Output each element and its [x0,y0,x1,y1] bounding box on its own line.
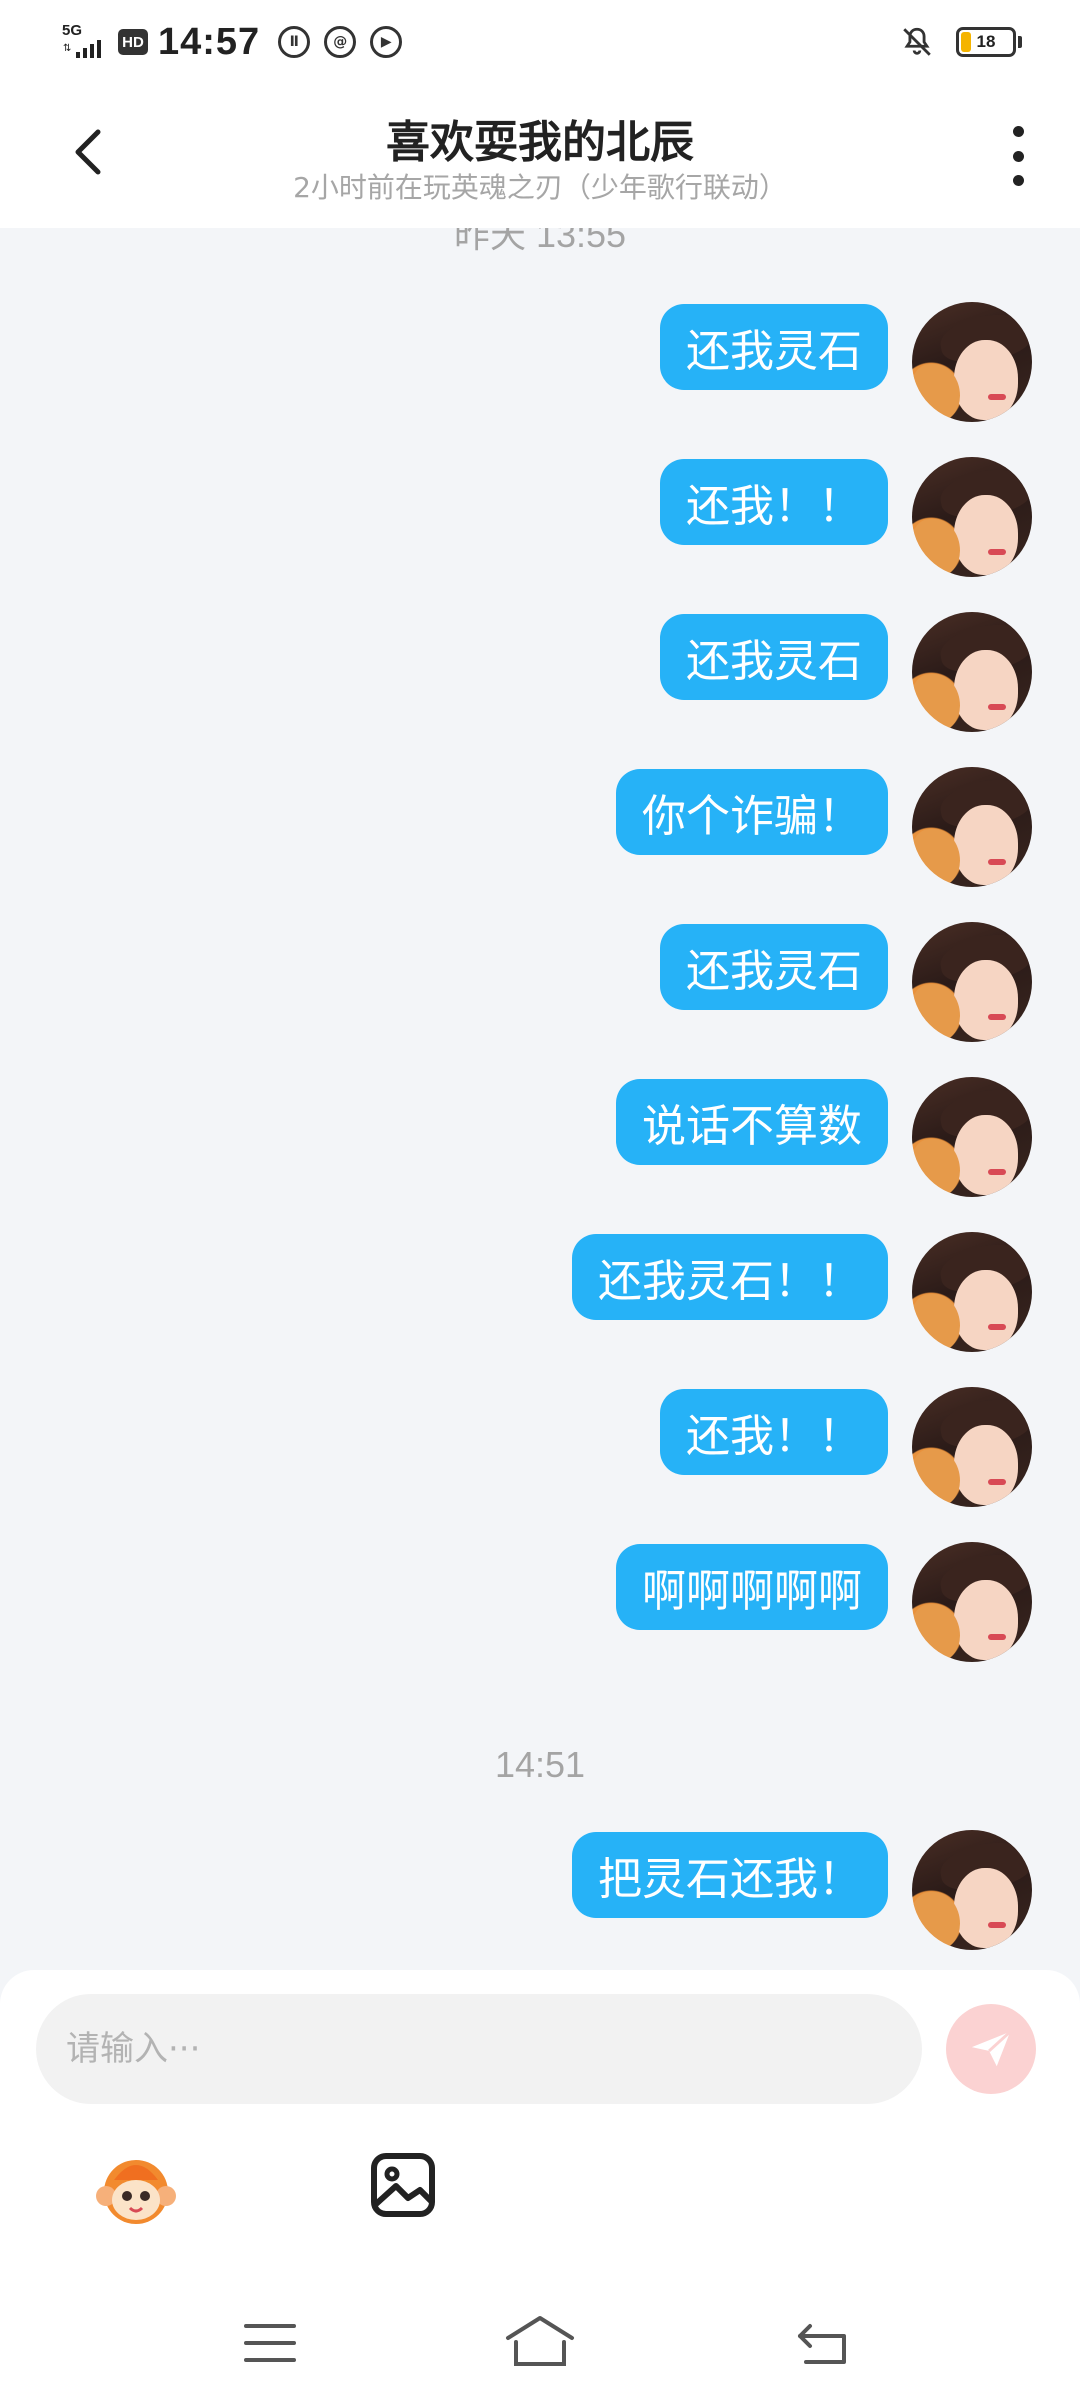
data-arrows-icon: ⇅ [63,43,72,54]
contact-name: 喜欢耍我的北辰 [386,117,694,168]
status-bar: 5G ⇅ HD 14:57 Ⅱ @ ▶ 18 [0,0,1080,84]
back-icon[interactable] [792,2318,852,2368]
menu-icon[interactable] [242,2320,298,2366]
message-row: 你个诈骗！ [0,767,1080,889]
message-row: 还我灵石 [0,302,1080,424]
timestamp: 昨天 13:55 [453,228,627,255]
battery-percent: 18 [976,32,996,51]
message-row: 还我灵石 [0,612,1080,734]
status-left: 5G ⇅ HD 14:57 Ⅱ @ ▶ [62,18,416,66]
message-bubble[interactable]: 把灵石还我！ [572,1832,888,1918]
network-type: 5G [62,22,83,39]
avatar[interactable] [912,767,1032,887]
message-list[interactable]: 昨天 13:55 还我灵石 还我！！ 还我灵石 你个诈骗！ 还我灵石 说话不算数… [0,228,1080,1970]
signal-indicator: 5G ⇅ [62,22,110,62]
send-icon [971,2030,1012,2067]
message-row: 还我！！ [0,1387,1080,1509]
message-bubble[interactable]: 还我灵石！！ [572,1234,888,1320]
hd-badge: HD [118,29,148,55]
system-nav-bar [0,2290,1080,2408]
search-notification-icon: @ [324,26,357,58]
sticker-icon[interactable] [90,2142,182,2232]
status-right: 18 [900,22,1022,62]
message-bubble[interactable]: 啊啊啊啊啊 [616,1544,888,1630]
message-bubble[interactable]: 还我！！ [660,1389,888,1475]
message-row: 还我！！ [0,457,1080,579]
avatar[interactable] [912,612,1032,732]
message-row: 说话不算数 [0,1077,1080,1199]
message-bubble[interactable]: 还我灵石 [660,614,888,700]
message-bubble[interactable]: 还我灵石 [660,304,888,390]
home-icon[interactable] [502,2312,578,2372]
status-time: 14:57 [158,20,261,63]
message-row: 啊啊啊啊啊 [0,1542,1080,1664]
message-row: 还我灵石！！ [0,1232,1080,1354]
avatar[interactable] [912,922,1032,1042]
avatar[interactable] [912,1077,1032,1197]
more-options-icon[interactable] [998,126,1038,186]
message-row: 把灵石还我！ [0,1830,1080,1952]
battery-tip [1018,36,1022,48]
avatar[interactable] [912,1830,1032,1950]
message-bubble[interactable]: 还我灵石 [660,924,888,1010]
battery-icon: 18 [956,27,1016,57]
message-bubble[interactable]: 你个诈骗！ [616,769,888,855]
app-notification-icon: Ⅱ [278,26,311,58]
avatar[interactable] [912,457,1032,577]
avatar[interactable] [912,1232,1032,1352]
avatar[interactable] [912,1387,1032,1507]
play-notification-icon: ▶ [370,26,403,58]
bell-off-icon [903,27,931,56]
signal-bars-icon [76,40,101,58]
contact-status: 2小时前在玩英魂之刃（少年歌行联动） [293,171,787,204]
image-icon[interactable] [368,2150,438,2220]
timestamp: 14:51 [494,1744,586,1785]
message-bubble[interactable]: 还我！！ [660,459,888,545]
send-button[interactable] [946,2004,1036,2094]
message-bubble[interactable]: 说话不算数 [616,1079,888,1165]
avatar[interactable] [912,302,1032,422]
message-row: 还我灵石 [0,922,1080,1044]
avatar[interactable] [912,1542,1032,1662]
chat-screen: 5G ⇅ HD 14:57 Ⅱ @ ▶ 18 喜欢耍我的北辰 2小时前在玩英魂之… [0,0,1080,2408]
chat-header: 喜欢耍我的北辰 2小时前在玩英魂之刃（少年歌行联动） [0,84,1080,228]
message-input[interactable] [36,1994,922,2104]
